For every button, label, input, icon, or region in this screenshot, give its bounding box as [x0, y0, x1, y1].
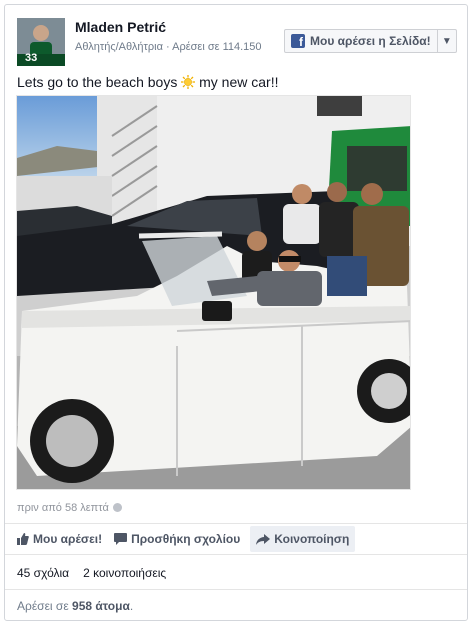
comment-icon	[114, 533, 128, 545]
photo-men-in-white-convertible	[17, 96, 410, 489]
timestamp-text[interactable]: πριν από 58 λεπτά	[17, 502, 109, 514]
post-text: Lets go to the beach boys my new car!!	[17, 74, 278, 90]
likes-summary: Αρέσει σε 958 άτομα.	[5, 589, 467, 621]
sun-emoji-icon	[181, 75, 196, 89]
likes-count[interactable]: 958 άτομα	[72, 599, 130, 613]
like-button[interactable]: Μου αρέσει!	[11, 526, 108, 552]
like-label: Μου αρέσει!	[33, 532, 103, 546]
author-name[interactable]: Mladen Petrić	[75, 19, 166, 35]
likes-prefix: Αρέσει σε	[17, 599, 73, 613]
avatar[interactable]: 33	[17, 18, 65, 66]
post-card: 33 Mladen Petrić Αθλητής/Αθλήτρια · Αρέσ…	[4, 4, 468, 621]
post-actions-bar: Μου αρέσει! Προσθήκη σχολίου Κοινοποίηση	[5, 523, 467, 555]
comments-count[interactable]: 45 σχόλια	[17, 566, 69, 580]
likes-suffix: .	[129, 599, 134, 613]
page-likes: Αρέσει σε 114.150	[172, 41, 262, 53]
avatar-number: 33	[25, 52, 38, 64]
post-text-end: my new car!!	[195, 74, 279, 90]
thumbs-up-icon	[17, 533, 29, 545]
like-page-label: Μου αρέσει η Σελίδα!	[310, 34, 431, 48]
chevron-down-icon[interactable]: ▼	[438, 30, 456, 52]
share-button[interactable]: Κοινοποίηση	[250, 526, 356, 552]
share-label: Κοινοποίηση	[274, 532, 350, 546]
like-page-button[interactable]: f Μου αρέσει η Σελίδα! ▼	[284, 29, 457, 53]
post-photo[interactable]	[16, 95, 411, 490]
post-stats: 45 σχόλια 2 κοινοποιήσεις	[17, 566, 166, 580]
share-arrow-icon	[256, 533, 271, 545]
post-timestamp[interactable]: πριν από 58 λεπτά	[17, 502, 122, 514]
page-category[interactable]: Αθλητής/Αθλήτρια	[75, 41, 163, 53]
facebook-f-icon: f	[291, 34, 305, 48]
globe-icon	[112, 503, 122, 512]
comment-button[interactable]: Προσθήκη σχολίου	[108, 526, 246, 552]
shares-count[interactable]: 2 κοινοποιήσεις	[83, 566, 166, 580]
like-page-main[interactable]: f Μου αρέσει η Σελίδα!	[285, 30, 438, 52]
post-text-start: Lets go to the beach boys	[17, 74, 182, 90]
page-meta: Αθλητής/Αθλήτρια · Αρέσει σε 114.150	[75, 41, 262, 53]
comment-label: Προσθήκη σχολίου	[131, 532, 241, 546]
